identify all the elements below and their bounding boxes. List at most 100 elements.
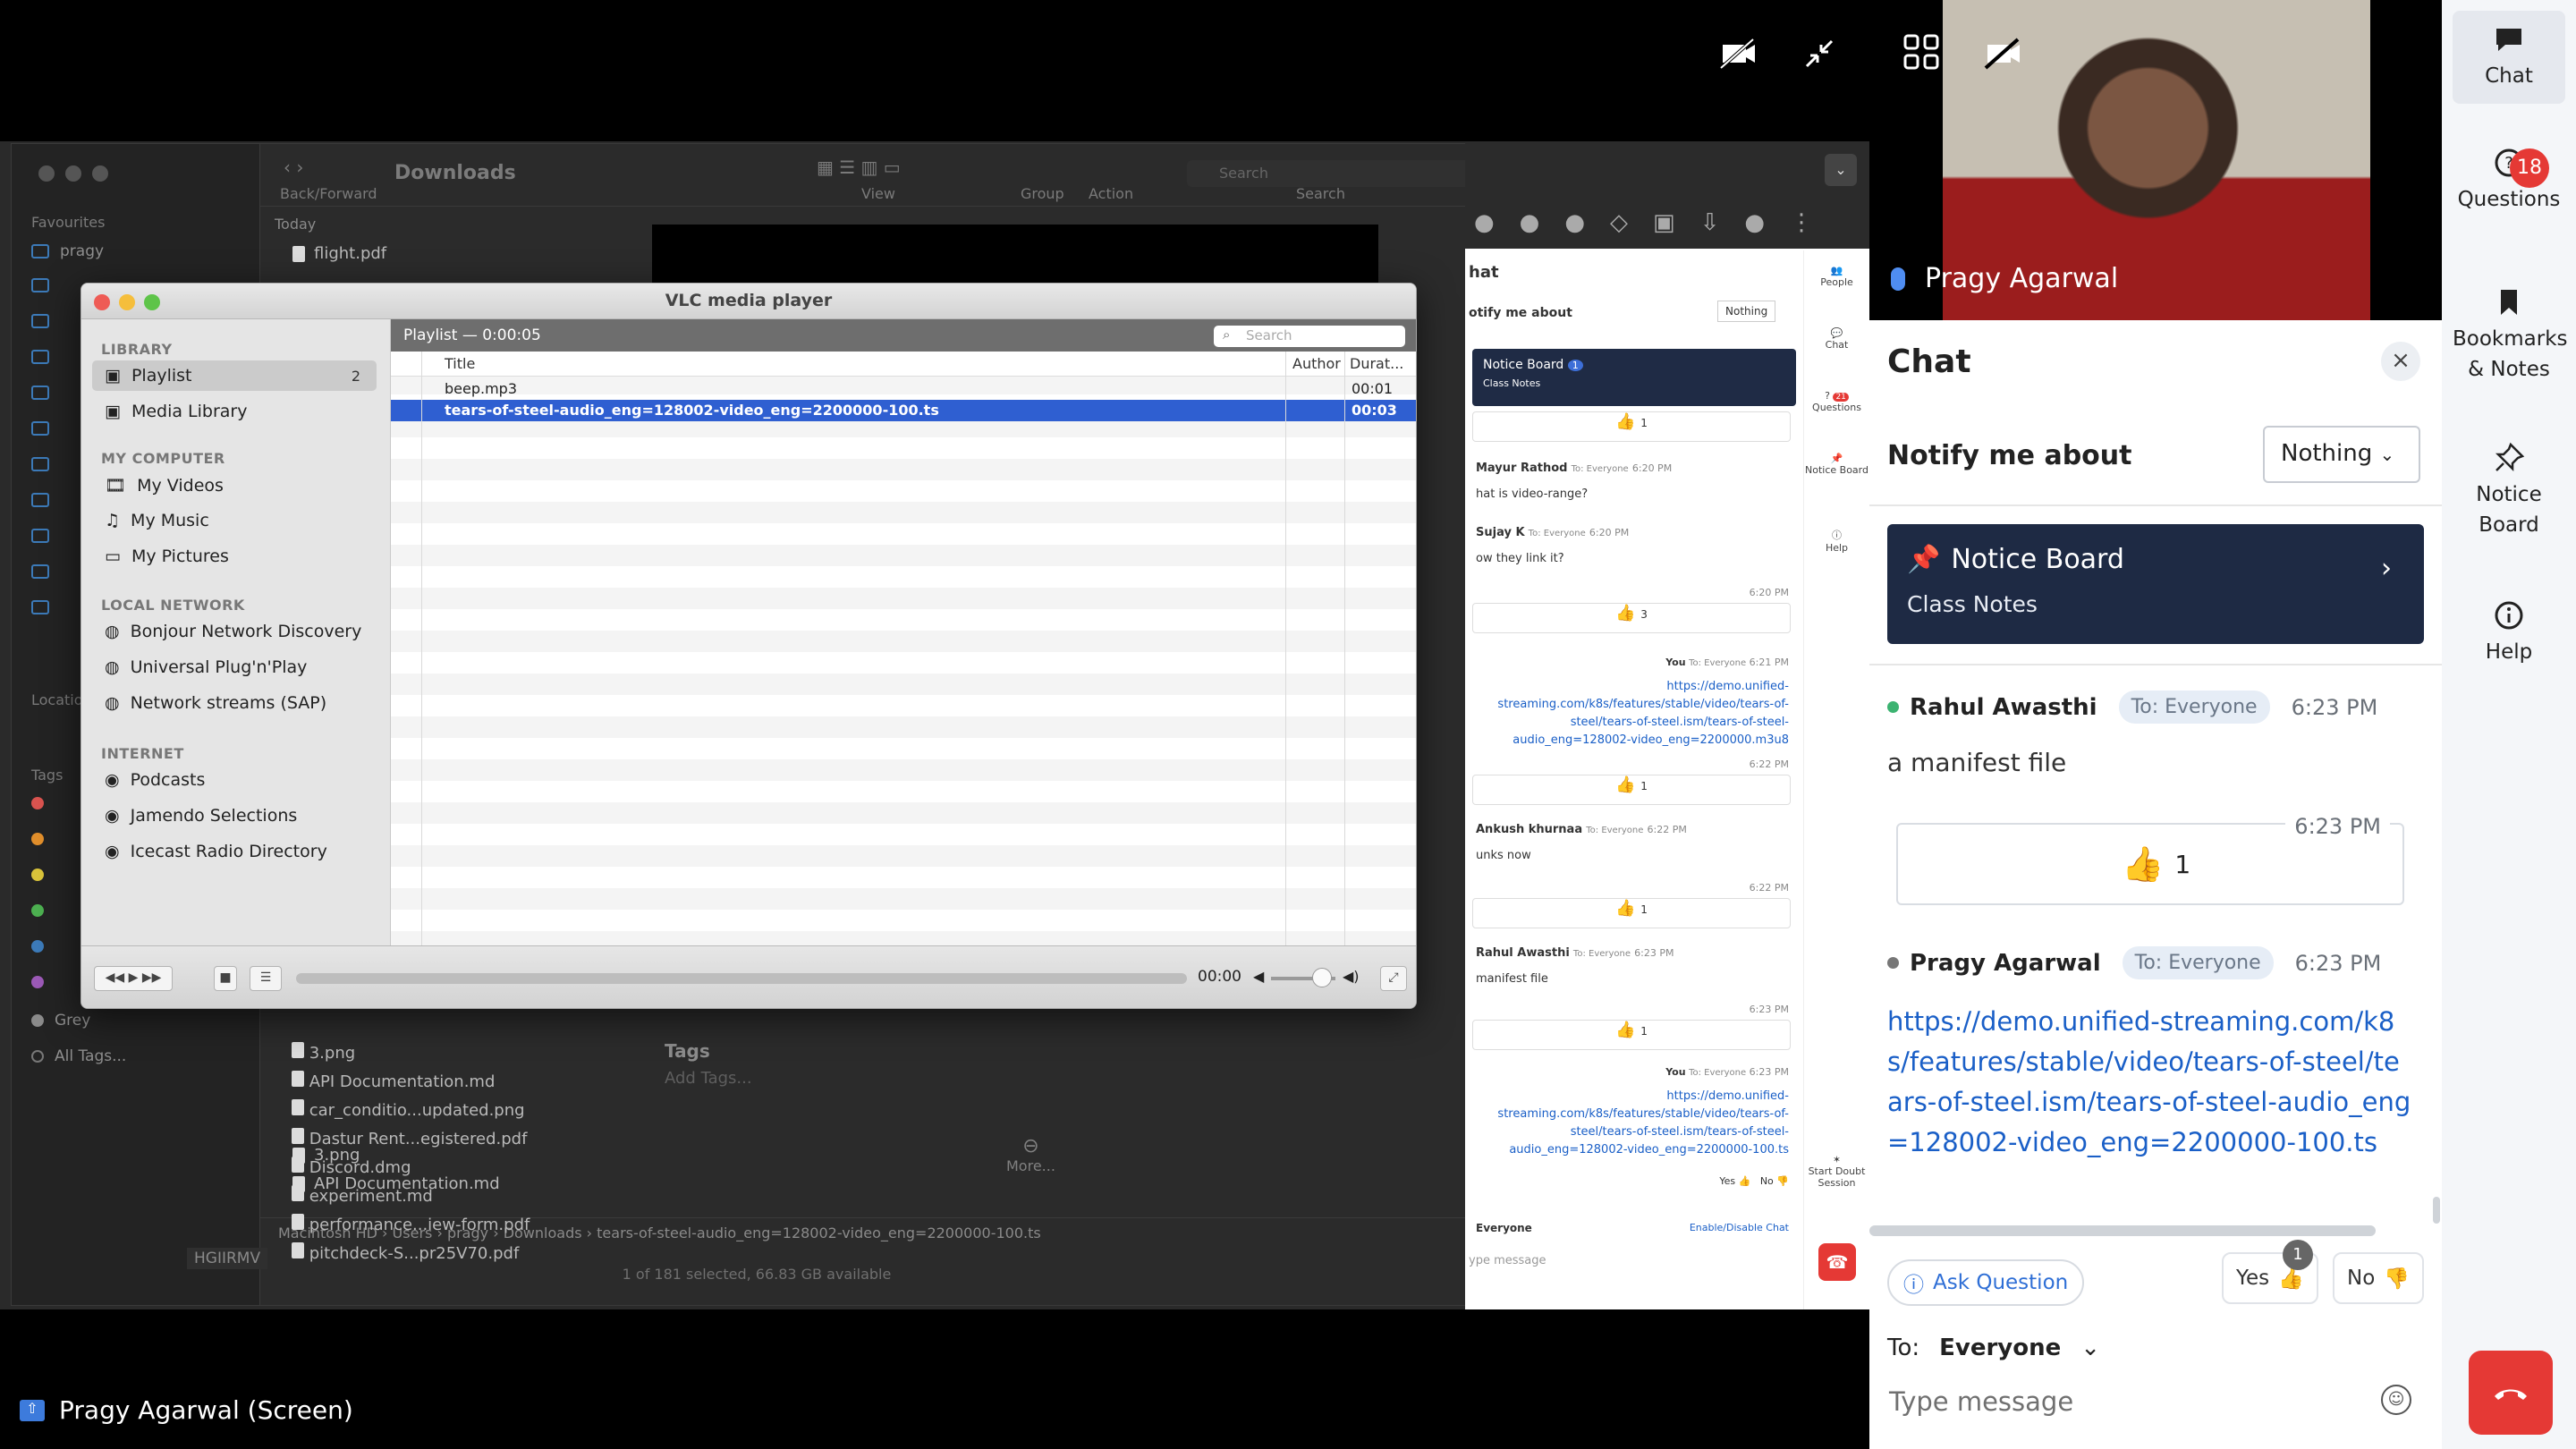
- reaction-card[interactable]: 6:23 PM 👍 1: [1896, 814, 2404, 905]
- sidebar-item-icecast[interactable]: ◉ Icecast Radio Directory: [105, 842, 327, 861]
- mini-rail-doubt[interactable]: ✶ Start Doubt Session: [1804, 1154, 1869, 1189]
- mini-reaction[interactable]: 👍 1: [1472, 775, 1791, 805]
- view-mode-icons[interactable]: ▦ ☰ ▥ ▭: [817, 157, 901, 178]
- tag-blue[interactable]: [31, 940, 44, 953]
- mini-rail-help[interactable]: ⓘ Help: [1804, 528, 1869, 554]
- rail-item-notice-board[interactable]: Notice Board: [2453, 429, 2565, 553]
- vertical-scrollbar[interactable]: [2433, 1197, 2440, 1224]
- mini-link[interactable]: https://demo.unified-streaming.com/k8s/f…: [1494, 678, 1789, 753]
- end-call-button[interactable]: [2469, 1351, 2553, 1435]
- chevron-down-icon[interactable]: ⌄: [1825, 154, 1857, 186]
- prev-next-buttons[interactable]: ◀◀ ▶ ▶▶: [94, 966, 173, 991]
- yes-button[interactable]: Yes 👍 1: [2222, 1240, 2318, 1304]
- mini-rail-notice[interactable]: 📌 Notice Board: [1804, 453, 1869, 476]
- mini-reaction[interactable]: 👍 1: [1472, 411, 1791, 442]
- tag-purple[interactable]: [31, 976, 44, 988]
- mini-enable-disable[interactable]: Enable/Disable Chat: [1690, 1222, 1789, 1233]
- sidebar-item-my-videos[interactable]: 🎞 My Videos: [105, 475, 224, 496]
- minimize-icon[interactable]: [119, 294, 135, 310]
- window-controls[interactable]: [38, 165, 108, 182]
- mini-end-call-icon[interactable]: ☎: [1818, 1243, 1856, 1281]
- mini-notice-board[interactable]: Notice Board 1 Class Notes: [1472, 349, 1796, 406]
- sidebar-item[interactable]: [31, 564, 49, 579]
- volume-high-icon[interactable]: ◀): [1343, 968, 1360, 985]
- mini-rail-questions[interactable]: ? 21 Questions: [1804, 390, 1869, 413]
- stop-button[interactable]: ■: [214, 966, 237, 991]
- playlist-toggle-button[interactable]: ☰: [250, 966, 282, 991]
- tag-yellow[interactable]: [31, 869, 44, 881]
- close-icon[interactable]: [94, 294, 110, 310]
- sidebar-item-my-music[interactable]: ♫ My Music: [105, 511, 209, 530]
- seek-bar[interactable]: [296, 973, 1187, 984]
- action-label[interactable]: Action: [1089, 185, 1133, 202]
- sidebar-item[interactable]: [31, 386, 49, 400]
- tag-red[interactable]: [31, 797, 44, 809]
- playlist-search-input[interactable]: ⌕ Search: [1214, 326, 1405, 347]
- mini-rail-people[interactable]: 👥 People: [1804, 265, 1869, 288]
- path-item[interactable]: tears-of-steel-audio_eng=128002-video_en…: [597, 1224, 1041, 1241]
- all-tags[interactable]: All Tags...: [31, 1047, 126, 1065]
- mini-reaction[interactable]: 👍 1: [1472, 1020, 1791, 1050]
- tag-grey[interactable]: Grey: [31, 1012, 90, 1030]
- zoom-icon[interactable]: [144, 294, 160, 310]
- rail-item-bookmarks[interactable]: Bookmarks & Notes: [2453, 274, 2568, 397]
- minimize-icon[interactable]: [1798, 32, 1841, 75]
- sidebar-item[interactable]: [31, 421, 49, 436]
- tag-green[interactable]: [31, 904, 44, 917]
- mini-yes[interactable]: Yes: [1719, 1175, 1735, 1187]
- sidebar-item[interactable]: [31, 278, 49, 292]
- sidebar-item-jamendo[interactable]: ◉ Jamendo Selections: [105, 806, 297, 826]
- sidebar-item-bonjour[interactable]: ◍ Bonjour Network Discovery: [105, 622, 361, 641]
- sidebar-item[interactable]: [31, 493, 49, 507]
- sender-name[interactable]: Rahul Awasthi: [1910, 694, 2097, 721]
- sidebar-item-media-library[interactable]: ▣ Media Library: [105, 402, 248, 421]
- sidebar-item-sap[interactable]: ◍ Network streams (SAP): [105, 693, 326, 713]
- sidebar-item[interactable]: [31, 457, 49, 471]
- sidebar-item-podcasts[interactable]: ◉ Podcasts: [105, 770, 205, 790]
- sidebar-item-pragy[interactable]: pragy: [31, 242, 104, 260]
- extension-icons[interactable]: ●●●◇▣⇩●⋮: [1474, 209, 1838, 236]
- sidebar-item[interactable]: [31, 314, 49, 328]
- sidebar-item-playlist[interactable]: ▣ Playlist 2: [92, 360, 377, 391]
- message-input[interactable]: Type message: [1889, 1386, 2073, 1417]
- ask-question-button[interactable]: ⓘ Ask Question: [1887, 1259, 2085, 1306]
- sidebar-item[interactable]: [31, 350, 49, 364]
- sidebar-item[interactable]: [31, 600, 49, 614]
- mini-type-input[interactable]: ype message: [1469, 1254, 1546, 1267]
- volume-low-icon[interactable]: ◀: [1253, 968, 1264, 985]
- notice-board-card[interactable]: 📌 Notice Board Class Notes ›: [1887, 524, 2424, 644]
- group-label[interactable]: Group: [1021, 185, 1064, 202]
- back-forward-label[interactable]: Back/Forward: [280, 185, 377, 202]
- file-row[interactable]: 3.png: [292, 1039, 530, 1068]
- mini-no[interactable]: No: [1760, 1175, 1774, 1187]
- video-off-icon[interactable]: [1980, 32, 2023, 75]
- mini-link[interactable]: https://demo.unified-streaming.com/k8s/f…: [1494, 1088, 1789, 1163]
- fullscreen-icon[interactable]: ⤢: [1380, 966, 1407, 991]
- message-link[interactable]: https://demo.unified-streaming.com/k8s/f…: [1887, 1002, 2415, 1163]
- file-row[interactable]: experiment.md: [292, 1182, 530, 1211]
- more-button[interactable]: ⊖ More...: [1006, 1135, 1055, 1174]
- sidebar-item-upnp[interactable]: ◍ Universal Plug'n'Play: [105, 657, 307, 677]
- col-title[interactable]: Title: [445, 355, 475, 372]
- emoji-icon[interactable]: ☺: [2381, 1385, 2411, 1415]
- mini-reaction[interactable]: 👍 1: [1472, 898, 1791, 928]
- mini-poll[interactable]: Yes 👍 No 👎: [1719, 1175, 1789, 1187]
- file-row[interactable]: Dastur Rent...egistered.pdf: [292, 1125, 530, 1154]
- playlist-row[interactable]: beep.mp3 00:01: [391, 378, 1416, 400]
- finder-search-input[interactable]: Search: [1187, 160, 1473, 187]
- mini-reaction[interactable]: 👍 3: [1472, 603, 1791, 633]
- file-row[interactable]: pitchdeck-S...pr25V70.pdf: [292, 1240, 530, 1268]
- horizontal-scrollbar[interactable]: [1869, 1225, 2376, 1236]
- file-row[interactable]: car_conditio...updated.png: [292, 1097, 530, 1125]
- rail-item-questions[interactable]: ? Questions: [2453, 134, 2565, 227]
- file-row[interactable]: flight.pdf: [292, 244, 386, 263]
- file-row[interactable]: API Documentation.md: [292, 1068, 530, 1097]
- mini-to-select[interactable]: Everyone: [1476, 1222, 1532, 1234]
- tag-orange[interactable]: [31, 833, 44, 845]
- back-forward-icon[interactable]: ‹ ›: [284, 157, 303, 178]
- no-button[interactable]: No 👎: [2333, 1252, 2424, 1304]
- playlist-row-selected[interactable]: tears-of-steel-audio_eng=128002-video_en…: [391, 400, 1416, 421]
- rail-item-chat[interactable]: Chat: [2453, 11, 2565, 104]
- file-row[interactable]: Discord.dmg: [292, 1154, 530, 1182]
- notify-select[interactable]: Nothing ⌄: [2263, 426, 2420, 483]
